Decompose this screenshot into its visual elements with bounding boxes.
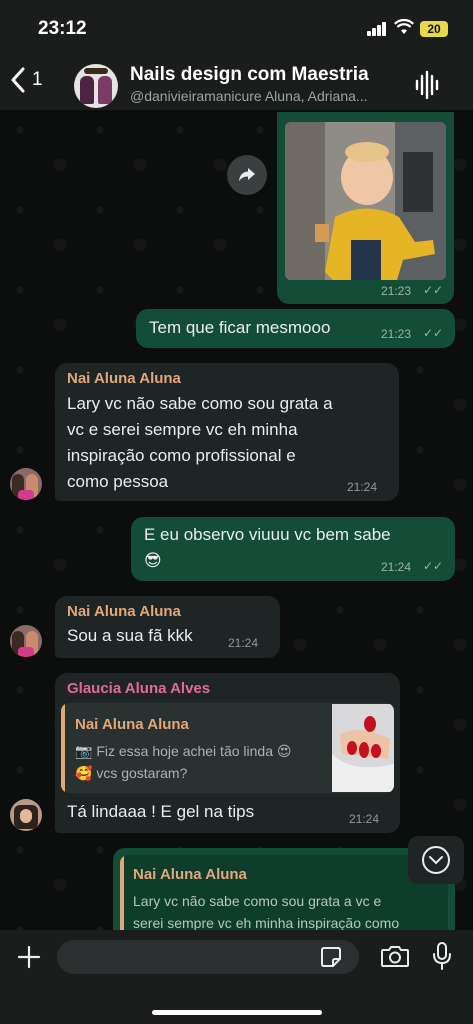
- message-time: 21:24: [228, 636, 259, 650]
- sender-avatar[interactable]: [10, 468, 42, 500]
- quoted-sender: Nai Aluna Aluna: [75, 716, 189, 733]
- group-members[interactable]: @danivieiramanicure Aluna, Adriana...: [130, 88, 402, 104]
- incoming-message[interactable]: Nai Aluna Aluna Sou a sua fã kkk 21:24: [55, 596, 280, 658]
- header-bar: 23:12 20 1 Nails design com Maestria @da…: [0, 0, 473, 110]
- read-ticks-icon: ✓✓: [423, 326, 444, 340]
- sender-avatar[interactable]: [10, 799, 42, 831]
- message-time: 21:23: [381, 327, 412, 341]
- scroll-down-icon: [422, 846, 450, 874]
- message-text: Tem que ficar mesmooo: [149, 318, 331, 337]
- signal-icon: [367, 22, 387, 36]
- quoted-line: Lary vc não sabe como sou grata a vc e: [133, 893, 382, 909]
- battery-indicator: 20: [420, 21, 448, 37]
- plus-icon[interactable]: [17, 945, 41, 969]
- composer-bar: [0, 930, 473, 1024]
- message-time: 21:23: [381, 284, 412, 298]
- message-line: Lary vc não sabe como sou grata a: [67, 394, 333, 413]
- sender-name[interactable]: Nai Aluna Aluna: [67, 370, 181, 387]
- sender-name[interactable]: Glaucia Aluna Alves: [67, 680, 210, 697]
- unread-count: 1: [32, 69, 43, 90]
- read-ticks-icon: ✓✓: [423, 559, 444, 573]
- back-button[interactable]: 1: [10, 62, 50, 98]
- quoted-message[interactable]: Nai Aluna Aluna 📷 Fiz essa hoje achei tã…: [61, 703, 394, 793]
- image-thumbnail[interactable]: [285, 122, 446, 280]
- message-line: E eu observo viuuu vc bem sabe: [144, 525, 391, 544]
- forward-button[interactable]: [227, 155, 267, 195]
- message-line: como pessoa: [67, 472, 169, 491]
- message-emoji: 😎: [144, 551, 162, 570]
- message-time: 21:24: [347, 480, 378, 494]
- sender-avatar[interactable]: [10, 625, 42, 657]
- read-ticks-icon: ✓✓: [423, 283, 444, 297]
- wifi-icon: [394, 18, 414, 34]
- message-time: 21:24: [349, 812, 380, 826]
- scroll-down-button[interactable]: [408, 836, 464, 884]
- message-time: 21:24: [381, 560, 412, 574]
- message-text: Tá lindaaa ! E gel na tips: [67, 802, 255, 821]
- quoted-sender: Nai Aluna Aluna: [133, 866, 247, 883]
- message-line: vc e serei sempre vc eh minha: [67, 420, 298, 439]
- chevron-left-icon: [11, 67, 25, 93]
- quoted-image-thumbnail: [332, 704, 394, 792]
- message-text: Sou a sua fã kkk: [67, 626, 193, 645]
- message-line: inspiração como profissional e: [67, 446, 296, 465]
- group-avatar[interactable]: [74, 64, 118, 108]
- quoted-line: 🥰 vcs gostaram?: [75, 765, 188, 781]
- voice-wave-icon[interactable]: [414, 70, 440, 100]
- status-time: 23:12: [38, 18, 87, 39]
- forward-icon: [239, 168, 255, 181]
- message-input[interactable]: [57, 940, 359, 974]
- sticker-icon[interactable]: [320, 946, 342, 968]
- message-image-bubble[interactable]: 21:23 ✓✓: [277, 112, 454, 304]
- camera-icon[interactable]: [380, 944, 410, 968]
- incoming-message[interactable]: Nai Aluna Aluna Lary vc não sabe como so…: [55, 363, 399, 501]
- group-title[interactable]: Nails design com Maestria: [130, 64, 369, 86]
- microphone-icon[interactable]: [432, 942, 452, 970]
- quoted-line: 📷 Fiz essa hoje achei tão linda 😍: [75, 743, 292, 759]
- incoming-reply-message[interactable]: Glaucia Aluna Alves Nai Aluna Aluna 📷 Fi…: [55, 673, 400, 833]
- outgoing-message[interactable]: Tem que ficar mesmooo 21:23 ✓✓: [136, 309, 455, 348]
- sender-name[interactable]: Nai Aluna Aluna: [67, 603, 181, 620]
- outgoing-message[interactable]: E eu observo viuuu vc bem sabe 😎 21:24 ✓…: [131, 517, 455, 581]
- home-indicator: [152, 1010, 322, 1015]
